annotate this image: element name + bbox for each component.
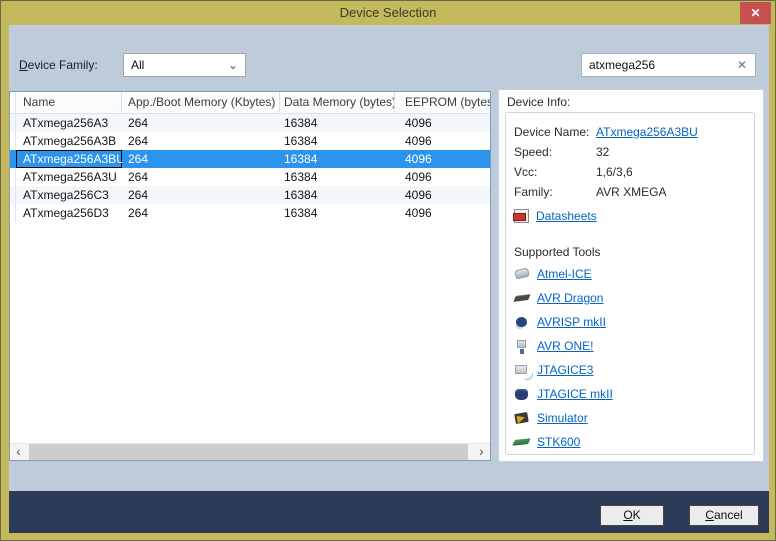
table-row[interactable]: ATxmega256A3U 264 16384 4096: [10, 168, 490, 186]
cell-name: ATxmega256A3B: [16, 132, 122, 150]
tool-link-jtagice-mkii[interactable]: JTAGICE mkII: [537, 387, 613, 401]
device-search-box: ✕: [581, 53, 756, 77]
tool-row: AVR Dragon: [514, 286, 746, 310]
tool-link-simulator[interactable]: Simulator: [537, 411, 588, 425]
device-info-heading: Device Info:: [499, 90, 763, 109]
device-table: Name App./Boot Memory (Kbytes) Data Memo…: [9, 91, 491, 461]
table-row[interactable]: ATxmega256A3 264 16384 4096: [10, 114, 490, 132]
table-row[interactable]: ATxmega256A3B 264 16384 4096: [10, 132, 490, 150]
tool-row: Atmel-ICE: [514, 262, 746, 286]
datasheets-link[interactable]: Datasheets: [536, 206, 597, 226]
datasheets-row: Datasheets: [514, 206, 746, 226]
field-speed: Speed: 32: [514, 142, 746, 162]
cell-name: ATxmega256C3: [16, 186, 122, 204]
dialog-content: Device Family: All ⌄ ✕ Name App./Boot Me…: [9, 25, 769, 533]
device-selection-dialog: Device Selection ✕ Device Family: All ⌄ …: [0, 0, 776, 541]
cell-name: ATxmega256A3U: [16, 168, 122, 186]
clear-icon: ✕: [737, 58, 747, 72]
jtagice-mkii-icon: [514, 387, 531, 401]
field-family: Family: AVR XMEGA: [514, 182, 746, 202]
tool-row: STK600: [514, 430, 746, 454]
field-vcc: Vcc: 1,6/3,6: [514, 162, 746, 182]
close-icon: ✕: [750, 6, 760, 20]
simulator-icon: [514, 411, 531, 425]
search-input[interactable]: [582, 54, 730, 76]
close-button[interactable]: ✕: [740, 2, 771, 24]
horizontal-scrollbar[interactable]: ‹ ›: [10, 443, 490, 460]
window-title: Device Selection: [1, 5, 775, 20]
stk600-icon: [514, 435, 531, 449]
tool-link-avr-one[interactable]: AVR ONE!: [537, 339, 593, 353]
tool-link-avr-dragon[interactable]: AVR Dragon: [537, 291, 603, 305]
tool-row: AVRISP mkII: [514, 310, 746, 334]
table-header: Name App./Boot Memory (Kbytes) Data Memo…: [10, 92, 490, 114]
titlebar: Device Selection ✕: [1, 1, 775, 25]
table-row-selected[interactable]: ATxmega256A3BU 264 16384 4096: [10, 150, 490, 168]
scroll-right-arrow-icon[interactable]: ›: [473, 444, 490, 460]
ok-button[interactable]: OK: [600, 505, 664, 526]
table-row[interactable]: ATxmega256C3 264 16384 4096: [10, 186, 490, 204]
tool-row: AVR ONE!: [514, 334, 746, 358]
cancel-button[interactable]: Cancel: [689, 505, 759, 526]
cell-name: ATxmega256A3: [16, 114, 122, 132]
avrisp-mkii-icon: [514, 315, 531, 329]
scrollbar-thumb[interactable]: [29, 444, 468, 460]
cell-name: ATxmega256A3BU: [16, 150, 122, 168]
scroll-left-arrow-icon[interactable]: ‹: [10, 444, 27, 460]
table-row[interactable]: ATxmega256D3 264 16384 4096: [10, 204, 490, 222]
column-header-eeprom[interactable]: EEPROM (bytes): [395, 92, 490, 113]
tool-row: Simulator: [514, 406, 746, 430]
avr-dragon-icon: [514, 291, 531, 305]
tool-row: JTAGICE mkII: [514, 382, 746, 406]
column-header-name[interactable]: Name: [16, 92, 122, 113]
device-name-link[interactable]: ATxmega256A3BU: [596, 122, 698, 142]
jtagice3-icon: [514, 363, 531, 377]
search-clear-button[interactable]: ✕: [733, 56, 751, 74]
device-family-value: All: [131, 58, 144, 72]
device-family-dropdown[interactable]: All ⌄: [123, 53, 246, 77]
chevron-down-icon: ⌄: [228, 55, 238, 75]
tool-link-avrisp-mkii[interactable]: AVRISP mkII: [537, 315, 606, 329]
column-header-appboot[interactable]: App./Boot Memory (Kbytes): [122, 92, 280, 113]
avr-one-icon: [514, 339, 531, 353]
supported-tools-heading: Supported Tools: [514, 242, 746, 262]
device-info-groupbox: Device Name: ATxmega256A3BU Speed: 32 Vc…: [505, 112, 755, 455]
tool-link-stk600[interactable]: STK600: [537, 435, 580, 449]
device-info-panel: Device Info: Device Name: ATxmega256A3BU…: [498, 89, 764, 462]
tool-row: JTAGICE3: [514, 358, 746, 382]
atmel-ice-icon: [514, 267, 531, 281]
tool-link-jtagice3[interactable]: JTAGICE3: [537, 363, 593, 377]
device-family-label: Device Family:: [19, 57, 98, 73]
pdf-icon: [514, 209, 529, 223]
cell-name: ATxmega256D3: [16, 204, 122, 222]
column-header-datamem[interactable]: Data Memory (bytes): [280, 92, 395, 113]
field-device-name: Device Name: ATxmega256A3BU: [514, 122, 746, 142]
footer-bar: OK Cancel: [9, 491, 769, 533]
tool-link-atmel-ice[interactable]: Atmel-ICE: [537, 267, 592, 281]
